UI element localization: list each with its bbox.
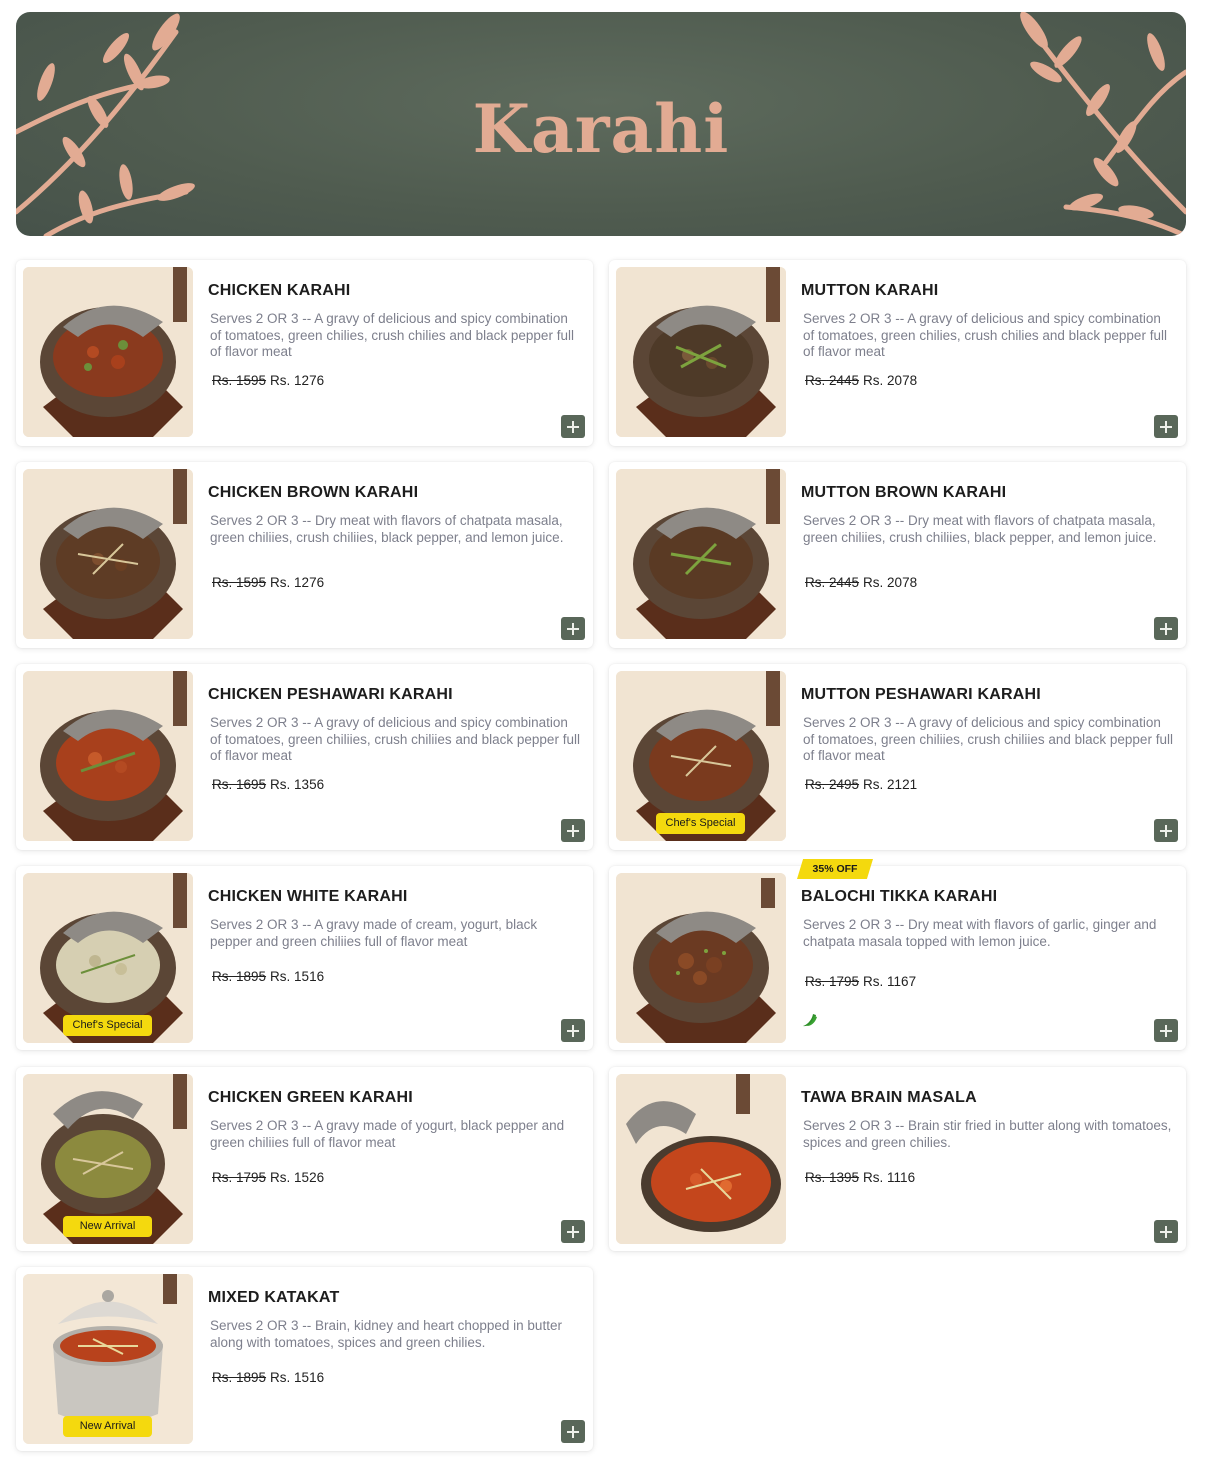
add-to-cart-button[interactable] <box>561 819 585 842</box>
item-name: CHICKEN PESHAWARI KARAHI <box>208 686 453 703</box>
dish-photo <box>616 1074 786 1244</box>
item-price: Rs. 1795 Rs. 1167 <box>805 974 916 989</box>
add-to-cart-button[interactable] <box>1154 819 1178 842</box>
old-price: Rs. 2445 <box>805 373 860 388</box>
item-description: Serves 2 OR 3 -- A gravy of delicious an… <box>210 715 580 764</box>
add-to-cart-button[interactable] <box>1154 415 1178 438</box>
chefs-special-badge: Chef's Special <box>656 813 745 834</box>
item-price: Rs. 1895 Rs. 1516 <box>212 969 324 984</box>
add-to-cart-button[interactable] <box>561 1220 585 1243</box>
leaf-decoration-right-icon <box>1020 12 1186 236</box>
old-price: Rs. 2495 <box>805 777 860 792</box>
dish-photo <box>23 671 193 841</box>
item-description: Serves 2 OR 3 -- Dry meat with flavors o… <box>803 917 1157 949</box>
menu-item-card[interactable]: TAWA BRAIN MASALA Serves 2 OR 3 -- Brain… <box>609 1067 1186 1251</box>
item-description: Serves 2 OR 3 -- A gravy of delicious an… <box>803 715 1173 764</box>
item-name: BALOCHI TIKKA KARAHI <box>801 888 998 905</box>
item-description: Serves 2 OR 3 -- A gravy made of cream, … <box>210 917 538 949</box>
current-price: Rs. 1526 <box>270 1170 325 1185</box>
old-price: Rs. 1695 <box>212 777 267 792</box>
item-description: Serves 2 OR 3 -- A gravy made of yogurt,… <box>210 1118 565 1150</box>
item-name: MUTTON PESHAWARI KARAHI <box>801 686 1041 703</box>
item-price: Rs. 1595 Rs. 1276 <box>212 575 324 590</box>
chefs-special-badge: Chef's Special <box>63 1015 152 1036</box>
item-price: Rs. 1395 Rs. 1116 <box>805 1170 915 1185</box>
item-price: Rs. 2445 Rs. 2078 <box>805 575 917 590</box>
add-to-cart-button[interactable] <box>561 617 585 640</box>
current-price: Rs. 1116 <box>863 1170 916 1185</box>
item-description: Serves 2 OR 3 -- Dry meat with flavors o… <box>803 513 1157 545</box>
item-name: CHICKEN KARAHI <box>208 282 351 299</box>
category-banner: Karahi <box>16 12 1186 236</box>
menu-item-card[interactable]: New Arrival MIXED KATAKAT Serves 2 OR 3 … <box>16 1267 593 1451</box>
item-price: Rs. 2445 Rs. 2078 <box>805 373 917 388</box>
current-price: Rs. 2121 <box>863 777 918 792</box>
current-price: Rs. 1276 <box>270 373 325 388</box>
dish-photo <box>23 469 193 639</box>
item-price: Rs. 1595 Rs. 1276 <box>212 373 324 388</box>
current-price: Rs. 1356 <box>270 777 325 792</box>
menu-item-card[interactable]: CHICKEN KARAHI Serves 2 OR 3 -- A gravy … <box>16 260 593 446</box>
menu-item-card[interactable]: MUTTON KARAHI Serves 2 OR 3 -- A gravy o… <box>609 260 1186 446</box>
item-description: Serves 2 OR 3 -- Brain stir fried in but… <box>803 1118 1172 1150</box>
chili-icon <box>803 1014 817 1027</box>
item-name: CHICKEN GREEN KARAHI <box>208 1089 413 1106</box>
dish-photo <box>23 267 193 437</box>
old-price: Rs. 1595 <box>212 373 267 388</box>
old-price: Rs. 1895 <box>212 1370 267 1385</box>
menu-item-card[interactable]: 35% OFF BALOCHI TIKKA KARAHI Serves 2 OR… <box>609 859 1186 1050</box>
item-description: Serves 2 OR 3 -- Dry meat with flavors o… <box>210 513 564 545</box>
current-price: Rs. 2078 <box>863 373 918 388</box>
item-name: MUTTON BROWN KARAHI <box>801 484 1007 501</box>
dish-photo <box>616 267 786 437</box>
current-price: Rs. 2078 <box>863 575 918 590</box>
old-price: Rs. 1795 <box>805 974 860 989</box>
dish-photo <box>616 873 786 1043</box>
add-to-cart-button[interactable] <box>1154 1019 1178 1042</box>
item-name: TAWA BRAIN MASALA <box>801 1089 977 1106</box>
current-price: Rs. 1516 <box>270 1370 325 1385</box>
add-to-cart-button[interactable] <box>1154 1220 1178 1243</box>
current-price: Rs. 1516 <box>270 969 325 984</box>
menu-item-card[interactable]: MUTTON BROWN KARAHI Serves 2 OR 3 -- Dry… <box>609 462 1186 648</box>
item-name: CHICKEN WHITE KARAHI <box>208 888 408 905</box>
item-price: Rs. 2495 Rs. 2121 <box>805 777 917 792</box>
item-name: MUTTON KARAHI <box>801 282 939 299</box>
menu-item-card[interactable]: CHICKEN BROWN KARAHI Serves 2 OR 3 -- Dr… <box>16 462 593 648</box>
old-price: Rs. 1895 <box>212 969 267 984</box>
add-to-cart-button[interactable] <box>561 1420 585 1443</box>
old-price: Rs. 1795 <box>212 1170 267 1185</box>
old-price: Rs. 1595 <box>212 575 267 590</box>
menu-item-card[interactable]: New Arrival CHICKEN GREEN KARAHI Serves … <box>16 1067 593 1251</box>
item-price: Rs. 1895 Rs. 1516 <box>212 1370 324 1385</box>
menu-item-card[interactable]: Chef's Special MUTTON PESHAWARI KARAHI S… <box>609 664 1186 850</box>
add-to-cart-button[interactable] <box>1154 617 1178 640</box>
dish-photo: Chef's Special <box>23 873 193 1043</box>
add-to-cart-button[interactable] <box>561 415 585 438</box>
new-arrival-badge: New Arrival <box>63 1416 152 1437</box>
menu-item-card[interactable]: CHICKEN PESHAWARI KARAHI Serves 2 OR 3 -… <box>16 664 593 850</box>
new-arrival-badge: New Arrival <box>63 1216 152 1237</box>
item-description: Serves 2 OR 3 -- Brain, kidney and heart… <box>210 1318 562 1350</box>
old-price: Rs. 2445 <box>805 575 860 590</box>
add-to-cart-button[interactable] <box>561 1019 585 1042</box>
old-price: Rs. 1395 <box>805 1170 860 1185</box>
item-description: Serves 2 OR 3 -- A gravy of delicious an… <box>803 311 1167 360</box>
current-price: Rs. 1167 <box>863 974 917 989</box>
dish-photo: New Arrival <box>23 1074 193 1244</box>
item-name: MIXED KATAKAT <box>208 1289 340 1306</box>
item-price: Rs. 1795 Rs. 1526 <box>212 1170 324 1185</box>
dish-photo: New Arrival <box>23 1274 193 1444</box>
item-price: Rs. 1695 Rs. 1356 <box>212 777 324 792</box>
dish-photo: Chef's Special <box>616 671 786 841</box>
item-name: CHICKEN BROWN KARAHI <box>208 484 419 501</box>
dish-photo <box>616 469 786 639</box>
current-price: Rs. 1276 <box>270 575 325 590</box>
item-description: Serves 2 OR 3 -- A gravy of delicious an… <box>210 311 574 360</box>
menu-item-card[interactable]: Chef's Special CHICKEN WHITE KARAHI Serv… <box>16 866 593 1050</box>
discount-badge: 35% OFF <box>797 859 873 879</box>
